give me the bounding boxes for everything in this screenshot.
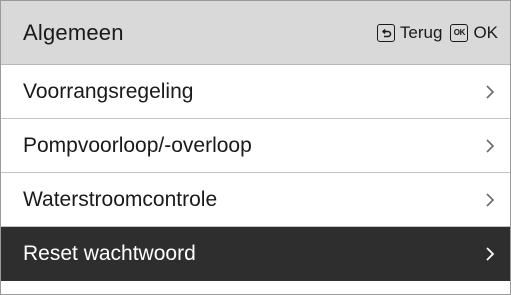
settings-menu: Voorrangsregeling Pompvoorloop/-overloop… [1, 65, 510, 281]
chevron-right-icon [482, 84, 498, 100]
chevron-right-icon [482, 138, 498, 154]
back-hint[interactable]: Terug [376, 22, 443, 43]
menu-item-waterstroomcontrole[interactable]: Waterstroomcontrole [1, 173, 510, 227]
chevron-right-icon [482, 246, 498, 262]
menu-item-label: Waterstroomcontrole [23, 187, 218, 211]
menu-item-pompvoorloop-overloop[interactable]: Pompvoorloop/-overloop [1, 119, 510, 173]
menu-item-reset-wachtwoord[interactable]: Reset wachtwoord [1, 227, 510, 281]
ok-key-icon: OK [450, 23, 469, 42]
menu-item-label: Voorrangsregeling [23, 79, 194, 103]
page-title: Algemeen [23, 19, 124, 45]
menu-item-label: Pompvoorloop/-overloop [23, 133, 252, 157]
menu-item-label: Reset wachtwoord [23, 241, 196, 265]
key-hints: Terug OK OK [376, 22, 498, 43]
ok-label: OK [473, 22, 498, 42]
ok-hint[interactable]: OK OK [450, 23, 498, 43]
back-label: Terug [399, 22, 443, 42]
back-key-icon [376, 23, 395, 42]
chevron-right-icon [482, 192, 498, 208]
ok-key-text: OK [453, 27, 466, 37]
menu-item-voorrangsregeling[interactable]: Voorrangsregeling [1, 65, 510, 119]
header-bar: Algemeen Terug OK OK [1, 1, 510, 65]
settings-screen: Algemeen Terug OK OK Voorrangsregeling P… [0, 0, 511, 295]
